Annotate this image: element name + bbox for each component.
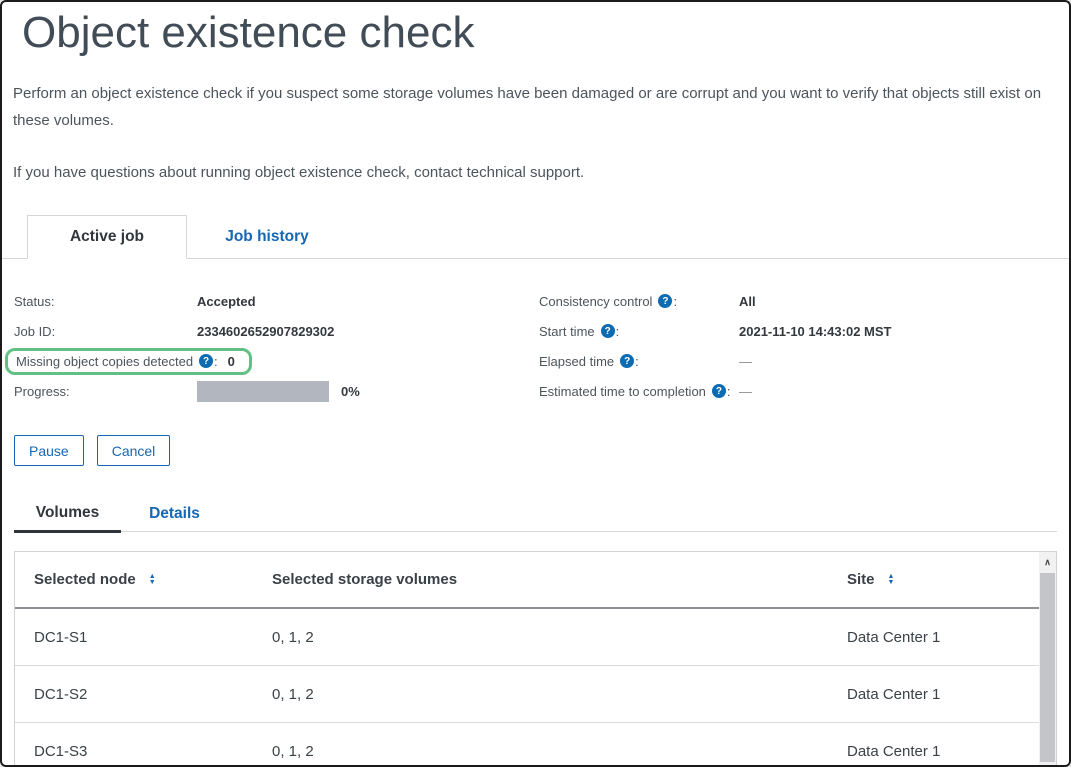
status-row: Status: Accepted	[14, 286, 539, 316]
status-label: Status:	[14, 294, 197, 309]
elapsed-time-value: —	[739, 354, 752, 369]
cell-node: DC1-S1	[34, 629, 272, 646]
colon: :	[616, 324, 620, 339]
cell-volumes: 0, 1, 2	[272, 686, 847, 703]
estimated-completion-row: Estimated time to completion ? : —	[539, 376, 1057, 406]
job-tabbar: Active job Job history	[2, 215, 1069, 259]
elapsed-time-label: Elapsed time ? :	[539, 354, 739, 369]
help-icon[interactable]: ?	[620, 354, 634, 368]
subtab-volumes[interactable]: Volumes	[14, 496, 121, 533]
cell-site: Data Center 1	[847, 629, 1056, 646]
help-icon[interactable]: ?	[658, 294, 672, 308]
progress-label: Progress:	[14, 384, 197, 399]
intro-paragraph-1: Perform an object existence check if you…	[13, 80, 1055, 134]
help-icon[interactable]: ?	[199, 354, 213, 368]
page-title: Object existence check	[22, 8, 1069, 58]
cell-site: Data Center 1	[847, 743, 1056, 760]
estimated-completion-value: —	[739, 384, 752, 399]
job-id-value: 2334602652907829302	[197, 324, 334, 339]
job-detail-fields: Status: Accepted Job ID: 233460265290782…	[2, 286, 1069, 406]
start-time-label: Start time ? :	[539, 324, 739, 339]
progress-bar	[197, 381, 329, 402]
sort-down-icon: ▼	[888, 580, 895, 586]
progress-percent: 0%	[341, 384, 360, 399]
elapsed-time-label-text: Elapsed time	[539, 354, 614, 369]
fields-right-column: Consistency control ? : All Start time ?…	[539, 286, 1057, 406]
scrollbar-thumb[interactable]	[1040, 573, 1055, 762]
sort-icon[interactable]: ▲ ▼	[149, 574, 156, 585]
missing-copies-row: Missing object copies detected ? : 0	[14, 346, 539, 376]
table-row: DC1-S3 0, 1, 2 Data Center 1	[15, 723, 1056, 767]
header-site-label: Site	[847, 571, 875, 588]
status-value: Accepted	[197, 294, 256, 309]
job-actions: Pause Cancel	[14, 435, 1057, 466]
object-existence-check-page: Object existence check Perform an object…	[0, 0, 1071, 767]
cancel-button[interactable]: Cancel	[97, 435, 171, 466]
header-selected-storage-volumes: Selected storage volumes	[272, 571, 847, 588]
colon: :	[214, 354, 218, 369]
consistency-label: Consistency control ? :	[539, 294, 739, 309]
estimated-completion-label-text: Estimated time to completion	[539, 384, 706, 399]
sort-down-icon: ▼	[149, 580, 156, 586]
volumes-table-header: Selected node ▲ ▼ Selected storage volum…	[15, 552, 1056, 609]
job-id-row: Job ID: 2334602652907829302	[14, 316, 539, 346]
missing-copies-label: Missing object copies detected	[16, 354, 193, 369]
detail-subtabs: Volumes Details	[14, 496, 1057, 532]
missing-copies-highlight: Missing object copies detected ? : 0	[5, 348, 252, 375]
table-row: DC1-S2 0, 1, 2 Data Center 1	[15, 666, 1056, 723]
elapsed-time-row: Elapsed time ? : —	[539, 346, 1057, 376]
help-icon[interactable]: ?	[601, 324, 615, 338]
header-selected-node: Selected node ▲ ▼	[34, 571, 272, 588]
job-id-label: Job ID:	[14, 324, 197, 339]
colon: :	[673, 294, 677, 309]
consistency-value: All	[739, 294, 756, 309]
colon: :	[727, 384, 731, 399]
missing-copies-value: 0	[228, 354, 235, 369]
start-time-row: Start time ? : 2021-11-10 14:43:02 MST	[539, 316, 1057, 346]
cell-node: DC1-S3	[34, 743, 272, 760]
tab-job-history[interactable]: Job history	[187, 215, 347, 258]
header-selected-node-label: Selected node	[34, 571, 136, 588]
fields-left-column: Status: Accepted Job ID: 233460265290782…	[14, 286, 539, 406]
intro-paragraph-2: If you have questions about running obje…	[13, 159, 1055, 186]
volumes-table: Selected node ▲ ▼ Selected storage volum…	[14, 551, 1057, 767]
help-icon[interactable]: ?	[712, 384, 726, 398]
start-time-label-text: Start time	[539, 324, 595, 339]
start-time-value: 2021-11-10 14:43:02 MST	[739, 324, 891, 339]
consistency-label-text: Consistency control	[539, 294, 652, 309]
cell-site: Data Center 1	[847, 686, 1056, 703]
progress-row: Progress: 0%	[14, 376, 539, 406]
header-site: Site ▲ ▼	[847, 571, 1056, 588]
scroll-up-icon[interactable]: ∧	[1039, 552, 1056, 572]
header-selected-storage-volumes-label: Selected storage volumes	[272, 571, 457, 588]
cell-volumes: 0, 1, 2	[272, 629, 847, 646]
table-scrollbar[interactable]: ∧	[1039, 552, 1056, 767]
colon: :	[635, 354, 639, 369]
estimated-completion-label: Estimated time to completion ? :	[539, 384, 739, 399]
pause-button[interactable]: Pause	[14, 435, 84, 466]
cell-volumes: 0, 1, 2	[272, 743, 847, 760]
cell-node: DC1-S2	[34, 686, 272, 703]
subtab-details[interactable]: Details	[121, 496, 228, 531]
tab-active-job[interactable]: Active job	[27, 215, 187, 259]
table-row: DC1-S1 0, 1, 2 Data Center 1	[15, 609, 1056, 666]
consistency-row: Consistency control ? : All	[539, 286, 1057, 316]
sort-icon[interactable]: ▲ ▼	[888, 574, 895, 585]
